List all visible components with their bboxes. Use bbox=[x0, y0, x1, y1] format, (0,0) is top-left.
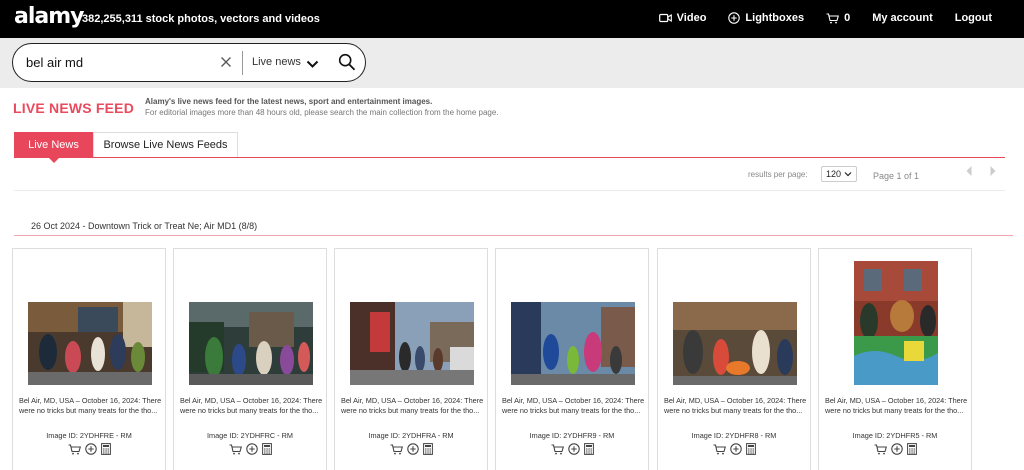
result-caption: Bel Air, MD, USA – October 16, 2024: The… bbox=[825, 396, 968, 415]
tab-underline bbox=[14, 157, 1005, 158]
result-thumbnail[interactable] bbox=[28, 302, 152, 385]
add-to-cart-icon[interactable] bbox=[551, 442, 564, 460]
clear-search-icon[interactable] bbox=[219, 53, 235, 71]
nav-cart[interactable]: 0 bbox=[826, 12, 850, 24]
nav-video-label: Video bbox=[676, 12, 707, 24]
result-card: Bel Air, MD, USA – October 16, 2024: The… bbox=[12, 248, 166, 470]
add-to-lightbox-icon[interactable] bbox=[729, 442, 742, 460]
result-image-id: Image ID: 2YDHFR9 - RM bbox=[529, 431, 615, 440]
top-nav: Video Lightboxes 0 My account Logout bbox=[637, 12, 992, 24]
result-actions bbox=[658, 442, 810, 460]
result-caption: Bel Air, MD, USA – October 16, 2024: The… bbox=[19, 396, 162, 415]
next-page-button[interactable] bbox=[982, 161, 1004, 185]
add-to-lightbox-icon[interactable] bbox=[890, 442, 903, 460]
add-to-lightbox-icon[interactable] bbox=[245, 442, 258, 460]
group-title: 26 Oct 2024 - Downtown Trick or Treat Ne… bbox=[31, 221, 258, 231]
add-to-cart-icon[interactable] bbox=[68, 442, 81, 460]
chevron-left-icon bbox=[965, 164, 973, 182]
results-per-page-select[interactable]: 120 bbox=[821, 166, 857, 182]
result-actions bbox=[335, 442, 487, 460]
page-description: Alamy's live news feed for the latest ne… bbox=[145, 97, 433, 106]
result-caption: Bel Air, MD, USA – October 16, 2024: The… bbox=[502, 396, 645, 415]
page-title: LIVE NEWS FEED bbox=[13, 100, 135, 116]
group-divider bbox=[14, 235, 1013, 236]
result-caption: Bel Air, MD, USA – October 16, 2024: The… bbox=[341, 396, 484, 415]
page-description-note: For editorial images more than 48 hours … bbox=[145, 108, 499, 117]
result-actions bbox=[174, 442, 326, 460]
nav-lightboxes-label: Lightboxes bbox=[745, 12, 805, 24]
result-image-id: Image ID: 2YDHFRE - RM bbox=[46, 431, 132, 440]
result-thumbnail[interactable] bbox=[189, 302, 313, 385]
result-thumbnail[interactable] bbox=[350, 302, 474, 385]
search-band: bel air md Live news bbox=[0, 38, 1024, 88]
search-input[interactable]: bel air md bbox=[26, 55, 83, 70]
result-thumbnail[interactable] bbox=[854, 261, 938, 385]
tab-browse-live-news-feeds[interactable]: Browse Live News Feeds bbox=[93, 132, 238, 157]
result-actions bbox=[819, 442, 971, 460]
plus-circle-icon bbox=[728, 12, 741, 24]
calculator-icon[interactable] bbox=[583, 442, 594, 460]
alamy-logo[interactable]: alamy bbox=[14, 4, 84, 29]
result-actions bbox=[13, 442, 165, 460]
result-card: Bel Air, MD, USA – October 16, 2024: The… bbox=[173, 248, 327, 470]
result-actions bbox=[496, 442, 648, 460]
calculator-icon[interactable] bbox=[100, 442, 111, 460]
calculator-icon[interactable] bbox=[261, 442, 272, 460]
add-to-lightbox-icon[interactable] bbox=[406, 442, 419, 460]
chevron-right-icon bbox=[989, 164, 997, 182]
add-to-cart-icon[interactable] bbox=[874, 442, 887, 460]
add-to-lightbox-icon[interactable] bbox=[567, 442, 580, 460]
calculator-icon[interactable] bbox=[422, 442, 433, 460]
result-card: Bel Air, MD, USA – October 16, 2024: The… bbox=[495, 248, 649, 470]
results-per-page-value: 120 bbox=[826, 169, 842, 179]
result-thumbnail[interactable] bbox=[511, 302, 635, 385]
result-image-id: Image ID: 2YDHFR5 - RM bbox=[852, 431, 938, 440]
cart-icon bbox=[826, 12, 840, 24]
nav-lightboxes[interactable]: Lightboxes bbox=[728, 12, 804, 24]
previous-page-button[interactable] bbox=[958, 161, 980, 185]
results-per-page-label: results per page: bbox=[748, 170, 808, 179]
result-caption: Bel Air, MD, USA – October 16, 2024: The… bbox=[664, 396, 807, 415]
page-info: Page 1 of 1 bbox=[873, 171, 920, 181]
add-to-cart-icon[interactable] bbox=[713, 442, 726, 460]
search-box: bel air md Live news bbox=[12, 43, 366, 82]
add-to-lightbox-icon[interactable] bbox=[84, 442, 97, 460]
stock-count-text: 382,255,311 stock photos, vectors and vi… bbox=[82, 13, 320, 25]
result-image-id: Image ID: 2YDHFR8 - RM bbox=[691, 431, 777, 440]
calculator-icon[interactable] bbox=[906, 442, 917, 460]
tab-live-news[interactable]: Live News bbox=[14, 132, 93, 163]
result-image-id: Image ID: 2YDHFRC - RM bbox=[207, 431, 293, 440]
add-to-cart-icon[interactable] bbox=[390, 442, 403, 460]
nav-logout[interactable]: Logout bbox=[955, 12, 992, 24]
result-thumbnail[interactable] bbox=[673, 302, 797, 385]
chevron-down-icon bbox=[844, 170, 852, 180]
result-card: Bel Air, MD, USA – October 16, 2024: The… bbox=[334, 248, 488, 470]
nav-video[interactable]: Video bbox=[658, 12, 707, 24]
add-to-cart-icon[interactable] bbox=[229, 442, 242, 460]
chevron-down-icon[interactable] bbox=[306, 56, 319, 74]
result-image-id: Image ID: 2YDHFRA - RM bbox=[368, 431, 454, 440]
result-card: Bel Air, MD, USA – October 16, 2024: The… bbox=[818, 248, 972, 470]
divider bbox=[14, 190, 1005, 191]
calculator-icon[interactable] bbox=[745, 442, 756, 460]
search-scope-select[interactable]: Live news bbox=[252, 56, 301, 68]
result-caption: Bel Air, MD, USA – October 16, 2024: The… bbox=[180, 396, 323, 415]
cart-count: 0 bbox=[844, 12, 851, 24]
search-icon[interactable] bbox=[338, 53, 356, 77]
result-card: Bel Air, MD, USA – October 16, 2024: The… bbox=[657, 248, 811, 470]
nav-my-account[interactable]: My account bbox=[872, 12, 933, 24]
search-separator bbox=[242, 51, 243, 75]
top-bar: alamy 382,255,311 stock photos, vectors … bbox=[0, 0, 1024, 38]
video-icon bbox=[658, 13, 672, 23]
